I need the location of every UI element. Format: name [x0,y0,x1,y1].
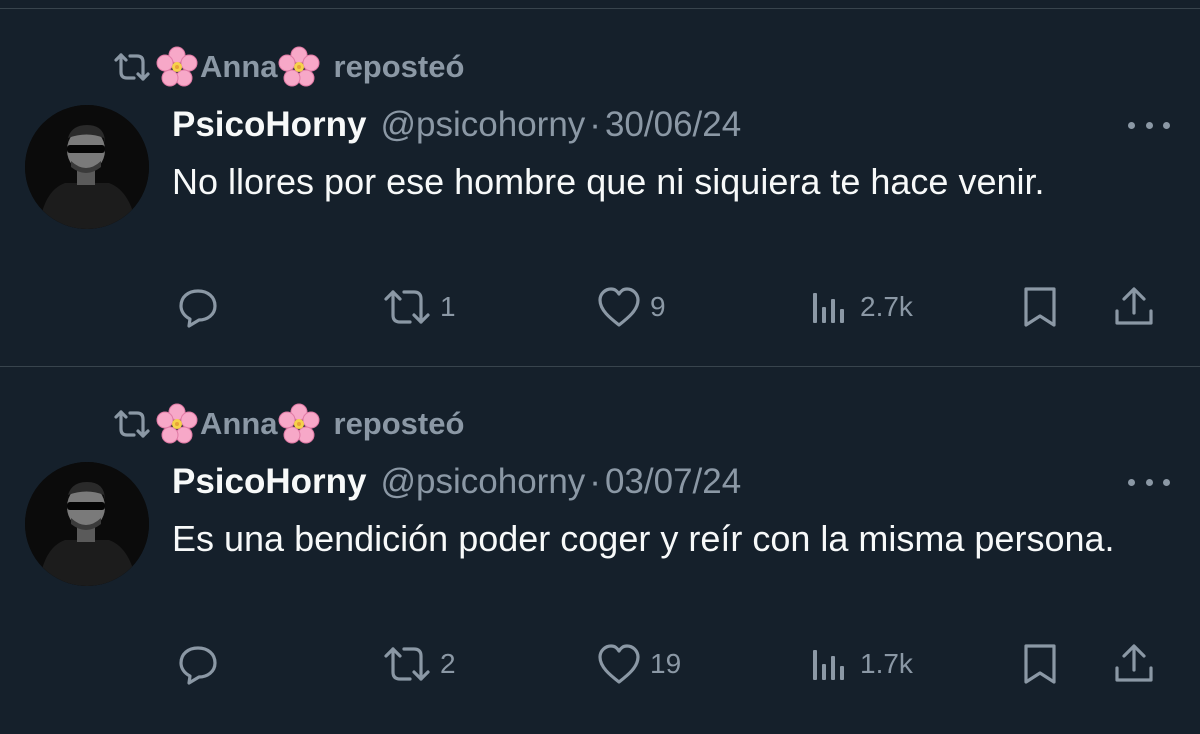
retweet-count: 1 [440,291,456,322]
repost-icon [112,50,156,84]
repost-icon [112,407,156,441]
reposter-name: Anna [200,49,278,84]
repost-label: reposteó [333,406,465,441]
like-button[interactable]: 9 [596,285,666,329]
retweet-icon [384,290,430,324]
reply-icon [179,289,217,328]
tweet-header: PsicoHorny @psicohorny · 30/06/24 [172,101,741,149]
more-icon[interactable] [1128,113,1170,137]
share-button[interactable] [1112,285,1156,329]
tweet-text: Es una bendición poder coger y reír con … [172,518,1115,559]
repost-context: Anna reposteó [112,46,464,88]
views-icon [813,650,844,680]
retweet-button[interactable]: 1 [382,285,456,329]
reposter-name: Anna [200,406,278,441]
retweet-icon [384,647,430,681]
like-count: 19 [650,648,682,679]
action-bar: 1 9 2.7k [172,285,1172,329]
heart-icon [598,644,640,684]
cherry-blossom-icon [156,46,198,87]
author-name[interactable]: PsicoHorny [172,462,367,502]
separator: · [589,105,601,144]
tweet-header: PsicoHorny @psicohorny · 03/07/24 [172,458,741,506]
views-button[interactable]: 1.7k [808,642,913,686]
author-name[interactable]: PsicoHorny [172,105,367,145]
bookmark-button[interactable] [1020,642,1060,686]
share-icon [1115,644,1153,682]
tweet-date[interactable]: 30/06/24 [605,105,741,145]
bookmark-icon [1024,287,1056,327]
author-handle[interactable]: @psicohorny [381,462,586,502]
action-bar: 2 19 1.7k [172,642,1172,686]
reply-button[interactable] [176,642,220,686]
tweet-text: No llores por ese hombre que ni siquiera… [172,161,1045,202]
bookmark-icon [1024,644,1056,684]
share-icon [1115,287,1153,325]
retweet-count: 2 [440,648,456,679]
reply-icon [179,646,217,685]
views-button[interactable]: 2.7k [808,285,913,329]
avatar[interactable] [25,105,149,229]
cherry-blossom-icon [156,403,198,444]
share-button[interactable] [1112,642,1156,686]
reply-button[interactable] [176,285,220,329]
repost-label: reposteó [333,49,465,84]
view-count: 2.7k [860,291,913,322]
separator: · [589,462,601,501]
retweet-button[interactable]: 2 [382,642,456,686]
heart-icon [598,287,640,327]
views-icon [813,293,844,323]
repost-text[interactable]: Anna reposteó [156,46,464,88]
author-handle[interactable]: @psicohorny [381,105,586,145]
cherry-blossom-icon [278,46,319,87]
tweet[interactable]: Anna reposteó PsicoHorny @psicohorny · 3… [0,8,1200,367]
like-count: 9 [650,291,666,322]
view-count: 1.7k [860,648,913,679]
repost-text[interactable]: Anna reposteó [156,403,464,445]
avatar[interactable] [25,462,149,586]
bookmark-button[interactable] [1020,285,1060,329]
cherry-blossom-icon [278,403,319,444]
tweet[interactable]: Anna reposteó PsicoHorny @psicohorny · 0… [0,366,1200,723]
like-button[interactable]: 19 [596,642,681,686]
tweet-date[interactable]: 03/07/24 [605,462,741,502]
more-icon[interactable] [1128,470,1170,494]
repost-context: Anna reposteó [112,403,464,445]
